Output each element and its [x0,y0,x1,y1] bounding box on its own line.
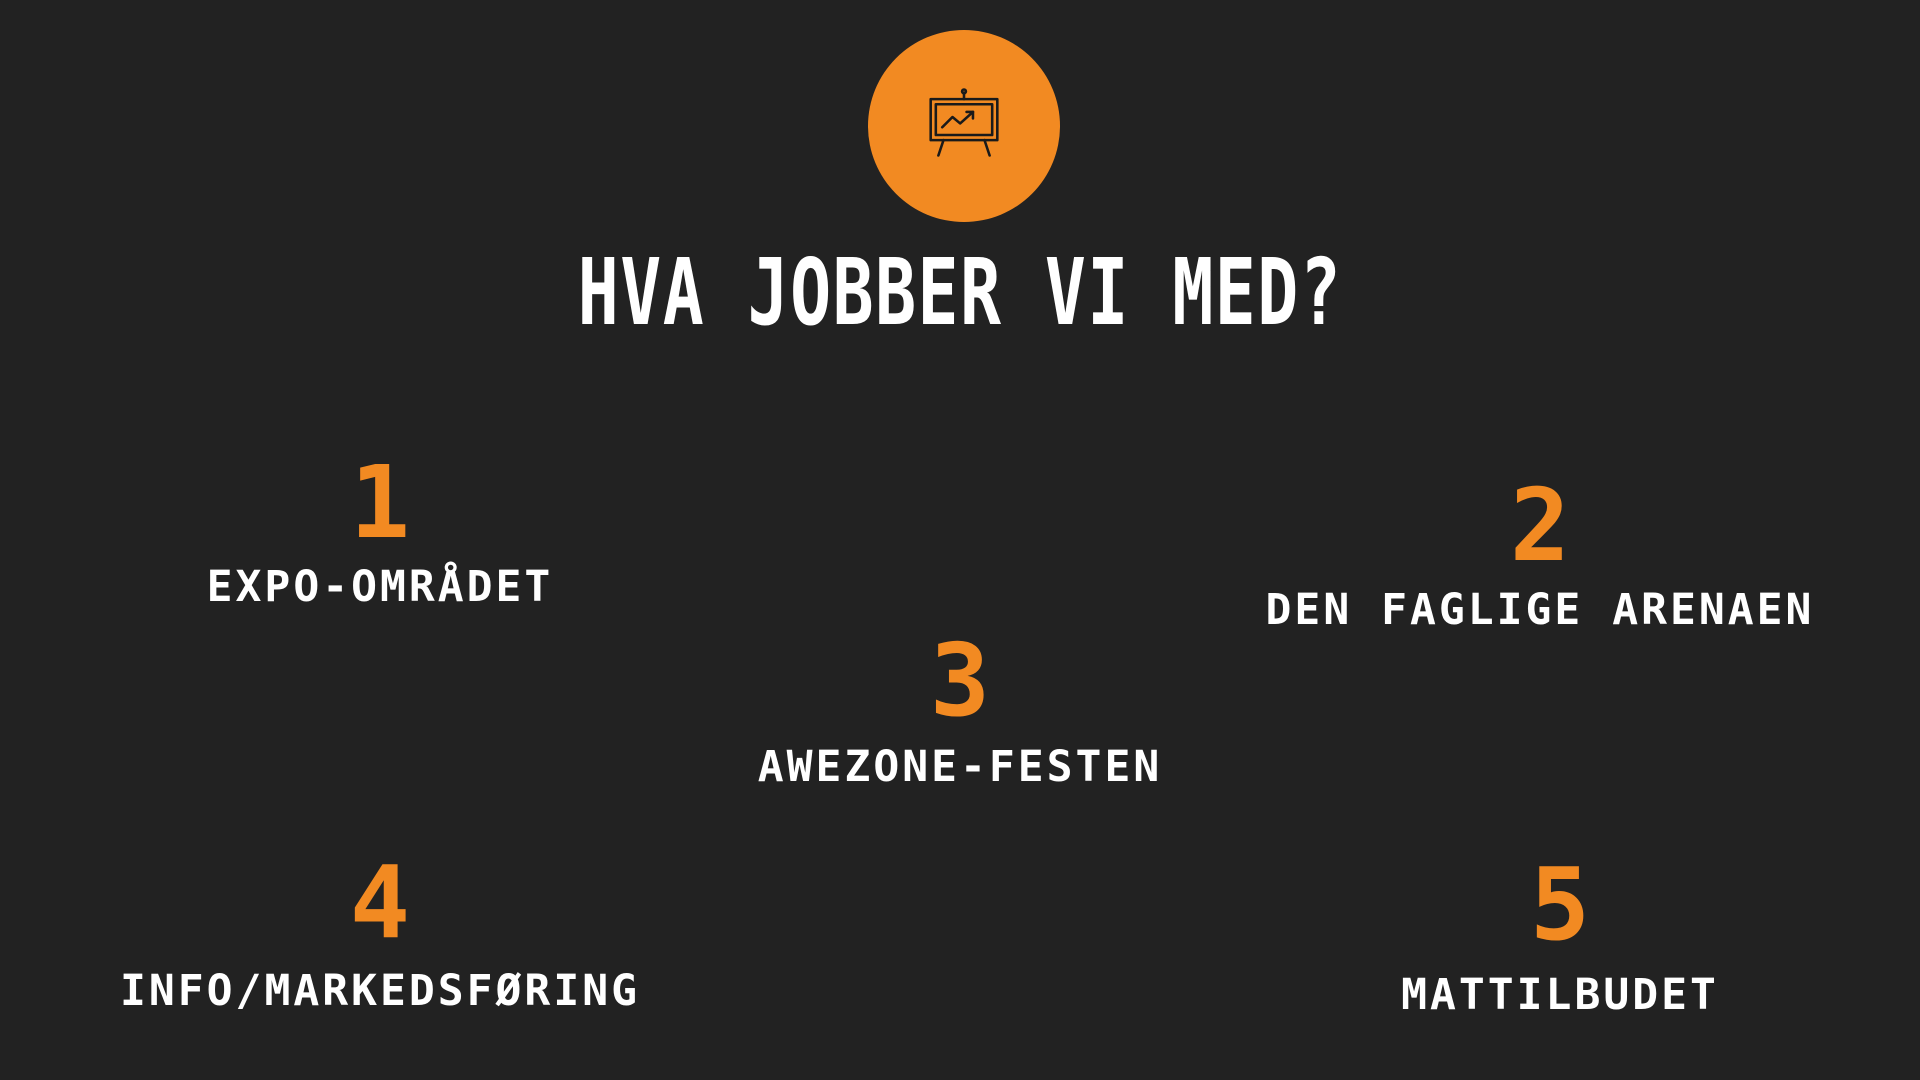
item-number: 5 [1529,846,1591,963]
page-title: HVA JOBBER VI MED? [577,239,1343,346]
list-item-info-marketing: 4 INFO/MARKEDSFØRING [0,844,760,1017]
item-number: 1 [349,444,411,561]
list-item-faglige-arena: 2 DEN FAGLIGE ARENAEN [1180,467,1900,636]
presentation-chart-icon [929,88,999,157]
slide: HVA JOBBER VI MED? 1 EXPO-OMRÅDET 2 DEN … [0,0,1920,1080]
item-label: AWEZONE-FESTEN [757,742,1163,792]
item-label: INFO/MARKEDSFØRING [120,966,640,1016]
list-item-expo: 1 EXPO-OMRÅDET [120,444,640,613]
item-label: MATTILBUDET [1401,970,1719,1020]
item-number: 3 [929,622,991,739]
icon-badge [868,30,1060,222]
list-item-mattilbud: 5 MATTILBUDET [1320,846,1800,1021]
item-number: 4 [349,844,411,961]
item-label: DEN FAGLIGE ARENAEN [1265,585,1815,635]
item-number: 2 [1509,467,1571,584]
list-item-awezone: 3 AWEZONE-FESTEN [680,622,1240,793]
item-label: EXPO-OMRÅDET [206,562,554,612]
